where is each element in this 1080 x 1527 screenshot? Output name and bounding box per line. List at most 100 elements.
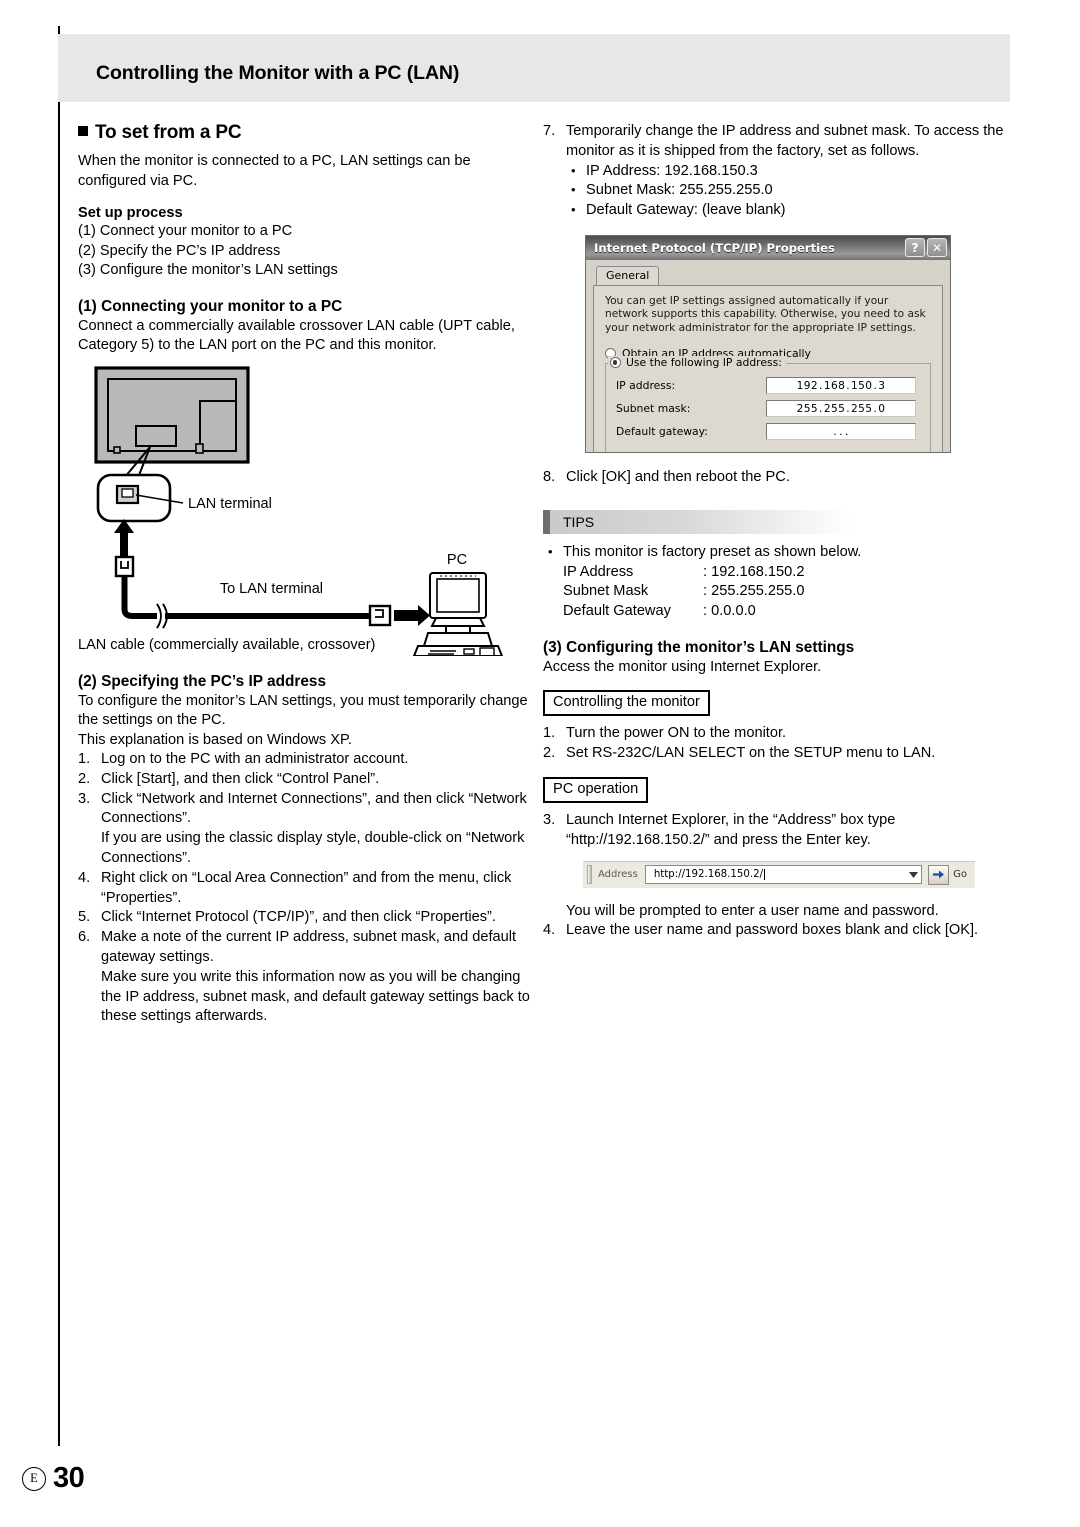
list-text: Temporarily change the IP address and su… <box>566 123 1004 159</box>
tips-value: : 192.168.150.2 <box>703 563 805 580</box>
octet-separator: . <box>819 379 823 392</box>
tips-label: TIPS <box>563 513 595 530</box>
list-item: 2. Click [Start], and then click “Control… <box>78 770 530 790</box>
radio-use-following[interactable]: Use the following IP address: <box>608 356 786 370</box>
address-input[interactable]: http://192.168.150.2/ <box>644 865 906 885</box>
list-text: Turn the power ON to the monitor. <box>566 725 787 742</box>
octet-separator: . <box>833 425 838 438</box>
tips-header-bar: TIPS <box>543 509 853 534</box>
list-item: 1. Log on to the PC with an administrator… <box>78 750 530 770</box>
step1-heading: (1) Connecting your monitor to a PC <box>78 297 343 315</box>
monitor-illustration <box>94 365 250 464</box>
prompt-note: You will be prompted to enter a user nam… <box>566 902 939 919</box>
list-continuation: Make sure you write this information now… <box>101 968 530 1025</box>
ip-address-label: IP address: <box>616 379 676 393</box>
list-item: 5. Click “Internet Protocol (TCP/IP)”, an… <box>78 908 530 928</box>
list-marker: 1. <box>543 725 556 742</box>
list-item: 1. Turn the power ON to the monitor. <box>543 724 1013 744</box>
octet: 150 <box>851 379 873 392</box>
tips-key: Subnet Mask <box>563 583 649 600</box>
default-gateway-input[interactable]: . . . <box>766 423 916 441</box>
toolbar-grip-handle[interactable] <box>587 865 592 885</box>
tips-value: : 255.255.255.0 <box>703 583 805 600</box>
controlling-monitor-list: 1. Turn the power ON to the monitor. 2. Se… <box>543 724 1013 764</box>
list-marker: 2. <box>543 745 556 762</box>
ip-address-input[interactable]: 192 . 168 . 150 . 3 <box>766 377 916 395</box>
help-icon[interactable]: ? <box>905 238 925 258</box>
lan-connection-diagram: LAN terminal To LAN terminal PC LAN cabl… <box>78 364 530 656</box>
list-item: 4. Right click on “Local Area Connection”… <box>78 869 530 909</box>
page-left-rule <box>58 26 60 1446</box>
list-item: 2. Set RS-232C/LAN SELECT on the SETUP me… <box>543 744 1013 764</box>
octet: 3 <box>878 379 886 392</box>
step7-list: 7. Temporarily change the IP address and … <box>543 122 1013 162</box>
list-marker: 7. <box>543 123 556 139</box>
subnet-mask-input[interactable]: 255 . 255 . 255 . 0 <box>766 400 916 418</box>
tips-value: : 0.0.0.0 <box>703 603 756 620</box>
left-column: To set from a PC When the monitor is con… <box>78 122 530 1027</box>
list-text: Click “Network and Internet Connections”… <box>101 790 527 827</box>
dialog-window-buttons: ? ✕ <box>905 238 947 258</box>
section-heading-label: To set from a PC <box>95 122 242 143</box>
go-arrow-icon <box>928 864 950 885</box>
tips-content: This monitor is factory preset as shown … <box>543 542 1013 622</box>
dialog-title: Internet Protocol (TCP/IP) Properties <box>594 240 835 255</box>
list-continuation: If you are using the classic display sty… <box>101 830 525 866</box>
address-value: http://192.168.150.2/ <box>653 869 764 881</box>
tips-row: Subnet Mask : 255.255.255.0 <box>543 582 1013 602</box>
manual-ip-group: Use the following IP address: IP address… <box>605 356 931 452</box>
tab-general[interactable]: General <box>596 265 660 285</box>
dialog-description: You can get IP settings assigned automat… <box>605 294 926 334</box>
octet-separator: . <box>839 425 843 438</box>
lan-terminal-label: LAN terminal <box>188 496 272 512</box>
page-title: Controlling the Monitor with a PC (LAN) <box>96 62 460 84</box>
list-item: 8. Click [OK] and then reboot the PC. <box>543 468 1013 488</box>
list-marker: 4. <box>543 922 556 939</box>
close-icon[interactable]: ✕ <box>927 238 947 258</box>
step3-heading: (3) Configuring the monitor’s LAN settin… <box>543 638 855 656</box>
pc-operation-list: 3. Launch Internet Explorer, in the “Addr… <box>543 811 1013 851</box>
lan-terminal-callout <box>96 473 184 522</box>
step3-intro: Access the monitor using Internet Explor… <box>543 658 822 675</box>
step2-intro-2: This explanation is based on Windows XP. <box>78 731 352 748</box>
setup-process-list: (1) Connect your monitor to a PC (2) Spe… <box>78 222 530 281</box>
list-text: Log on to the PC with an administrator a… <box>101 751 409 767</box>
list-text: Click [OK] and then reboot the PC. <box>566 468 790 485</box>
octet-separator: . <box>844 425 849 438</box>
list-text: Make a note of the current IP address, s… <box>101 929 517 965</box>
list-item: You will be prompted to enter a user nam… <box>543 902 1013 922</box>
to-lan-terminal-label: To LAN terminal <box>220 581 323 597</box>
radio-button-selected-icon <box>610 357 621 369</box>
list-marker: 8. <box>543 468 556 485</box>
default-gateway-row: Default gateway: . . . <box>616 423 922 441</box>
dialog-body: General You can get IP settings assigned… <box>586 260 950 452</box>
chevron-down-icon[interactable] <box>905 865 923 885</box>
list-text: Leave the user name and password boxes b… <box>566 922 979 939</box>
list-marker: 3. <box>543 812 556 829</box>
go-label: Go <box>953 869 967 881</box>
final-steps-list: You will be prompted to enter a user nam… <box>543 902 1013 942</box>
list-marker: 4. <box>78 869 91 886</box>
list-item: 3. Launch Internet Explorer, in the “Addr… <box>543 811 1013 851</box>
octet-separator: . <box>846 402 851 415</box>
text-caret <box>764 869 766 881</box>
list-text: Click [Start], and then click “Control P… <box>101 770 380 787</box>
octet-separator: . <box>846 379 851 392</box>
lan-connector-pc-end <box>368 604 392 626</box>
octet: 255 <box>823 402 846 415</box>
list-marker: 3. <box>78 790 91 807</box>
list-item: 7. Temporarily change the IP address and … <box>543 122 1013 162</box>
page-footer: E 30 <box>22 1462 85 1495</box>
list-item: 6. Make a note of the current IP address,… <box>78 928 530 1027</box>
section-heading-to-set-from-a-pc: To set from a PC <box>78 122 530 144</box>
setup-process-heading: Set up process <box>78 205 183 221</box>
tips-lead: This monitor is factory preset as shown … <box>543 542 1013 563</box>
list-item: (1) Connect your monitor to a PC <box>78 223 293 239</box>
tips-row: IP Address: 192.168.150.2 <box>543 563 1013 583</box>
octet-separator: . <box>873 402 878 415</box>
connect-arrow <box>394 604 430 626</box>
list-marker: 6. <box>78 929 91 946</box>
list-marker: 5. <box>78 909 91 926</box>
square-bullet-icon <box>78 126 88 136</box>
go-button[interactable]: Go <box>922 864 975 885</box>
